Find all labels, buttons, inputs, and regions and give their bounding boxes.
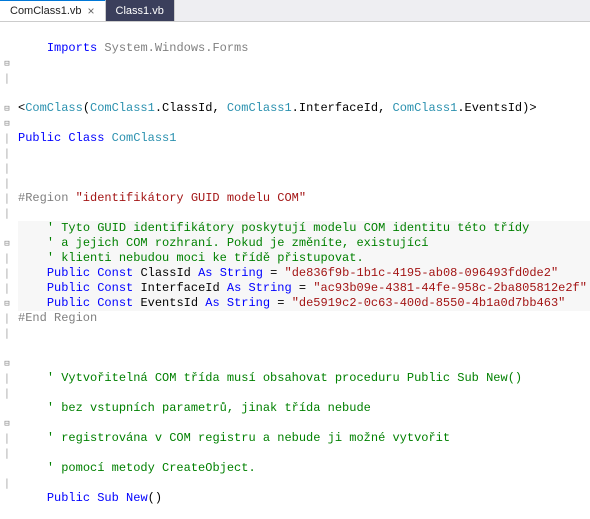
- fold-blank: [0, 41, 14, 56]
- string-literal: "de836f9b-1b1c-4195-ab08-096493fd0de2": [285, 266, 559, 280]
- type: ComClass1: [90, 101, 155, 115]
- fold-line: │: [0, 131, 14, 146]
- fold-blank: [0, 461, 14, 476]
- tab-bar: ComClass1.vb × Class1.vb: [0, 0, 590, 22]
- type: ComClass: [25, 101, 83, 115]
- fold-line: │: [0, 206, 14, 221]
- tab-comclass1[interactable]: ComClass1.vb ×: [0, 0, 106, 21]
- fold-line: │: [0, 431, 14, 446]
- punct: (: [83, 101, 90, 115]
- fold-line: │: [0, 146, 14, 161]
- fold-toggle[interactable]: ⊟: [0, 56, 14, 71]
- fold-line: │: [0, 251, 14, 266]
- fold-line: │: [0, 176, 14, 191]
- fold-line: │: [0, 386, 14, 401]
- fold-line: │: [0, 281, 14, 296]
- tab-label: ComClass1.vb: [10, 5, 82, 17]
- comment: ' a jejich COM rozhraní. Pokud je změnít…: [47, 236, 429, 250]
- fold-line: │: [0, 71, 14, 86]
- fold-line: │: [0, 311, 14, 326]
- fold-line: │: [0, 191, 14, 206]
- fold-toggle[interactable]: ⊟: [0, 236, 14, 251]
- fold-toggle[interactable]: ⊟: [0, 101, 14, 116]
- code-editor[interactable]: Imports System.Windows.Forms <ComClass(C…: [14, 22, 590, 519]
- outline-column: ⊟ │ ⊟ ⊟ │ │ │ │ │ │ ⊟ │ │ │ ⊟ │ │ ⊟ │ │ …: [0, 22, 14, 519]
- string-literal: "de5919c2-0c63-400d-8550-4b1a0d7bb463": [292, 296, 566, 310]
- fold-blank: [0, 86, 14, 101]
- fold-blank: [0, 221, 14, 236]
- fold-toggle[interactable]: ⊟: [0, 116, 14, 131]
- editor-container: ComClass1.vb × Class1.vb ⊟ │ ⊟ ⊟ │ │ │ │…: [0, 0, 590, 519]
- fold-blank: [0, 26, 14, 41]
- fold-blank: [0, 341, 14, 356]
- fold-blank: [0, 401, 14, 416]
- fold-line: │: [0, 371, 14, 386]
- comment: ' Vytvořitelná COM třída musí obsahovat …: [47, 371, 522, 385]
- comment: ' klienti nebudou moci ke třídě přistupo…: [47, 251, 364, 265]
- fold-line: │: [0, 476, 14, 491]
- string-literal: "ac93b09e-4381-44fe-958c-2ba805812e2f": [313, 281, 587, 295]
- fold-toggle[interactable]: ⊟: [0, 356, 14, 371]
- namespace: System.Windows.Forms: [97, 41, 248, 55]
- fold-line: │: [0, 161, 14, 176]
- comment: ' pomocí metody CreateObject.: [47, 461, 256, 475]
- close-icon[interactable]: ×: [88, 4, 95, 18]
- fold-line: │: [0, 266, 14, 281]
- comment: ' bez vstupních parametrů, jinak třída n…: [47, 401, 371, 415]
- endregion-directive: #End Region: [18, 311, 97, 325]
- fold-toggle[interactable]: ⊟: [0, 416, 14, 431]
- fold-toggle[interactable]: ⊟: [0, 296, 14, 311]
- comment: ' Tyto GUID identifikátory poskytují mod…: [47, 221, 529, 235]
- keyword: Imports: [47, 41, 97, 55]
- comment: ' registrována v COM registru a nebude j…: [47, 431, 450, 445]
- fold-line: │: [0, 446, 14, 461]
- region-name: "identifikátory GUID modelu COM": [76, 191, 306, 205]
- code-area: ⊟ │ ⊟ ⊟ │ │ │ │ │ │ ⊟ │ │ │ ⊟ │ │ ⊟ │ │ …: [0, 22, 590, 519]
- tab-class1[interactable]: Class1.vb: [106, 0, 175, 21]
- region-directive: #Region: [18, 191, 76, 205]
- fold-line: │: [0, 326, 14, 341]
- tab-label: Class1.vb: [116, 5, 164, 17]
